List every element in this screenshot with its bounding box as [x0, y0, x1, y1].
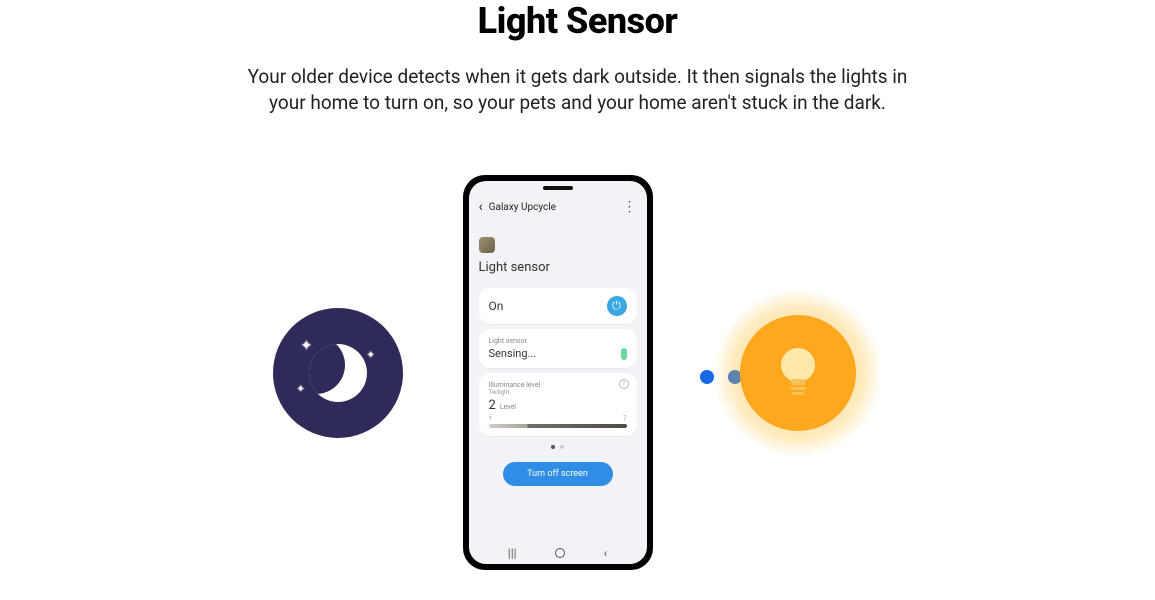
- power-icon: ⏻: [612, 299, 621, 313]
- app-icon: [479, 237, 495, 253]
- phone-notch: [469, 181, 647, 193]
- sparkle-icon: ✦: [301, 338, 313, 354]
- sensing-card[interactable]: Light sensor Sensing...: [479, 329, 637, 368]
- more-icon[interactable]: ⋮: [623, 199, 637, 215]
- sensing-label: Light sensor: [489, 337, 627, 345]
- bulb-badge: [740, 315, 856, 431]
- phone-mockup: ‹ Galaxy Upcycle ⋮ Light sensor On ⏻: [463, 175, 653, 570]
- light-on-icon: [713, 288, 883, 458]
- page-dot: [551, 445, 555, 449]
- illuminance-sublabel: Twilight: [489, 389, 627, 396]
- info-icon[interactable]: ?: [619, 379, 629, 389]
- nav-bar: ||| ‹: [469, 540, 647, 564]
- app-header: ‹ Galaxy Upcycle ⋮: [469, 193, 647, 219]
- power-button[interactable]: ⏻: [607, 296, 627, 316]
- app-title: Galaxy Upcycle: [489, 202, 623, 213]
- page-title: Light Sensor: [0, 0, 1155, 42]
- page-dot: [560, 445, 564, 449]
- turn-off-screen-button[interactable]: Turn off screen: [503, 462, 613, 486]
- illuminance-value: 2: [489, 398, 496, 413]
- power-card[interactable]: On ⏻: [479, 288, 637, 324]
- sensing-status: Sensing...: [489, 347, 537, 360]
- scale-max: 7: [623, 415, 626, 422]
- sparkle-icon: ✦: [367, 350, 375, 361]
- back-icon[interactable]: ‹: [479, 200, 483, 214]
- illuminance-label: Illuminance level: [489, 381, 627, 389]
- moon-icon: [309, 344, 367, 402]
- power-state-label: On: [489, 299, 504, 313]
- feature-name: Light sensor: [479, 260, 637, 283]
- scale-min: 1: [489, 415, 492, 422]
- page-description: Your older device detects when it gets d…: [238, 64, 918, 115]
- phone-screen: ‹ Galaxy Upcycle ⋮ Light sensor On ⏻: [469, 181, 647, 564]
- recent-apps-icon[interactable]: |||: [508, 546, 517, 560]
- night-icon: ✦ ✦ ✦: [273, 308, 403, 438]
- sparkle-icon: ✦: [297, 384, 305, 395]
- sensing-indicator-icon: [621, 348, 627, 360]
- page-indicator: [479, 445, 637, 449]
- illuminance-slider[interactable]: [489, 424, 627, 428]
- illuminance-card[interactable]: ? Illuminance level Twilight 2 Level 1 7: [479, 373, 637, 436]
- home-icon[interactable]: [555, 548, 565, 558]
- illuminance-unit: Level: [500, 403, 516, 413]
- lightbulb-icon: [774, 343, 822, 403]
- nav-back-icon[interactable]: ‹: [604, 546, 608, 560]
